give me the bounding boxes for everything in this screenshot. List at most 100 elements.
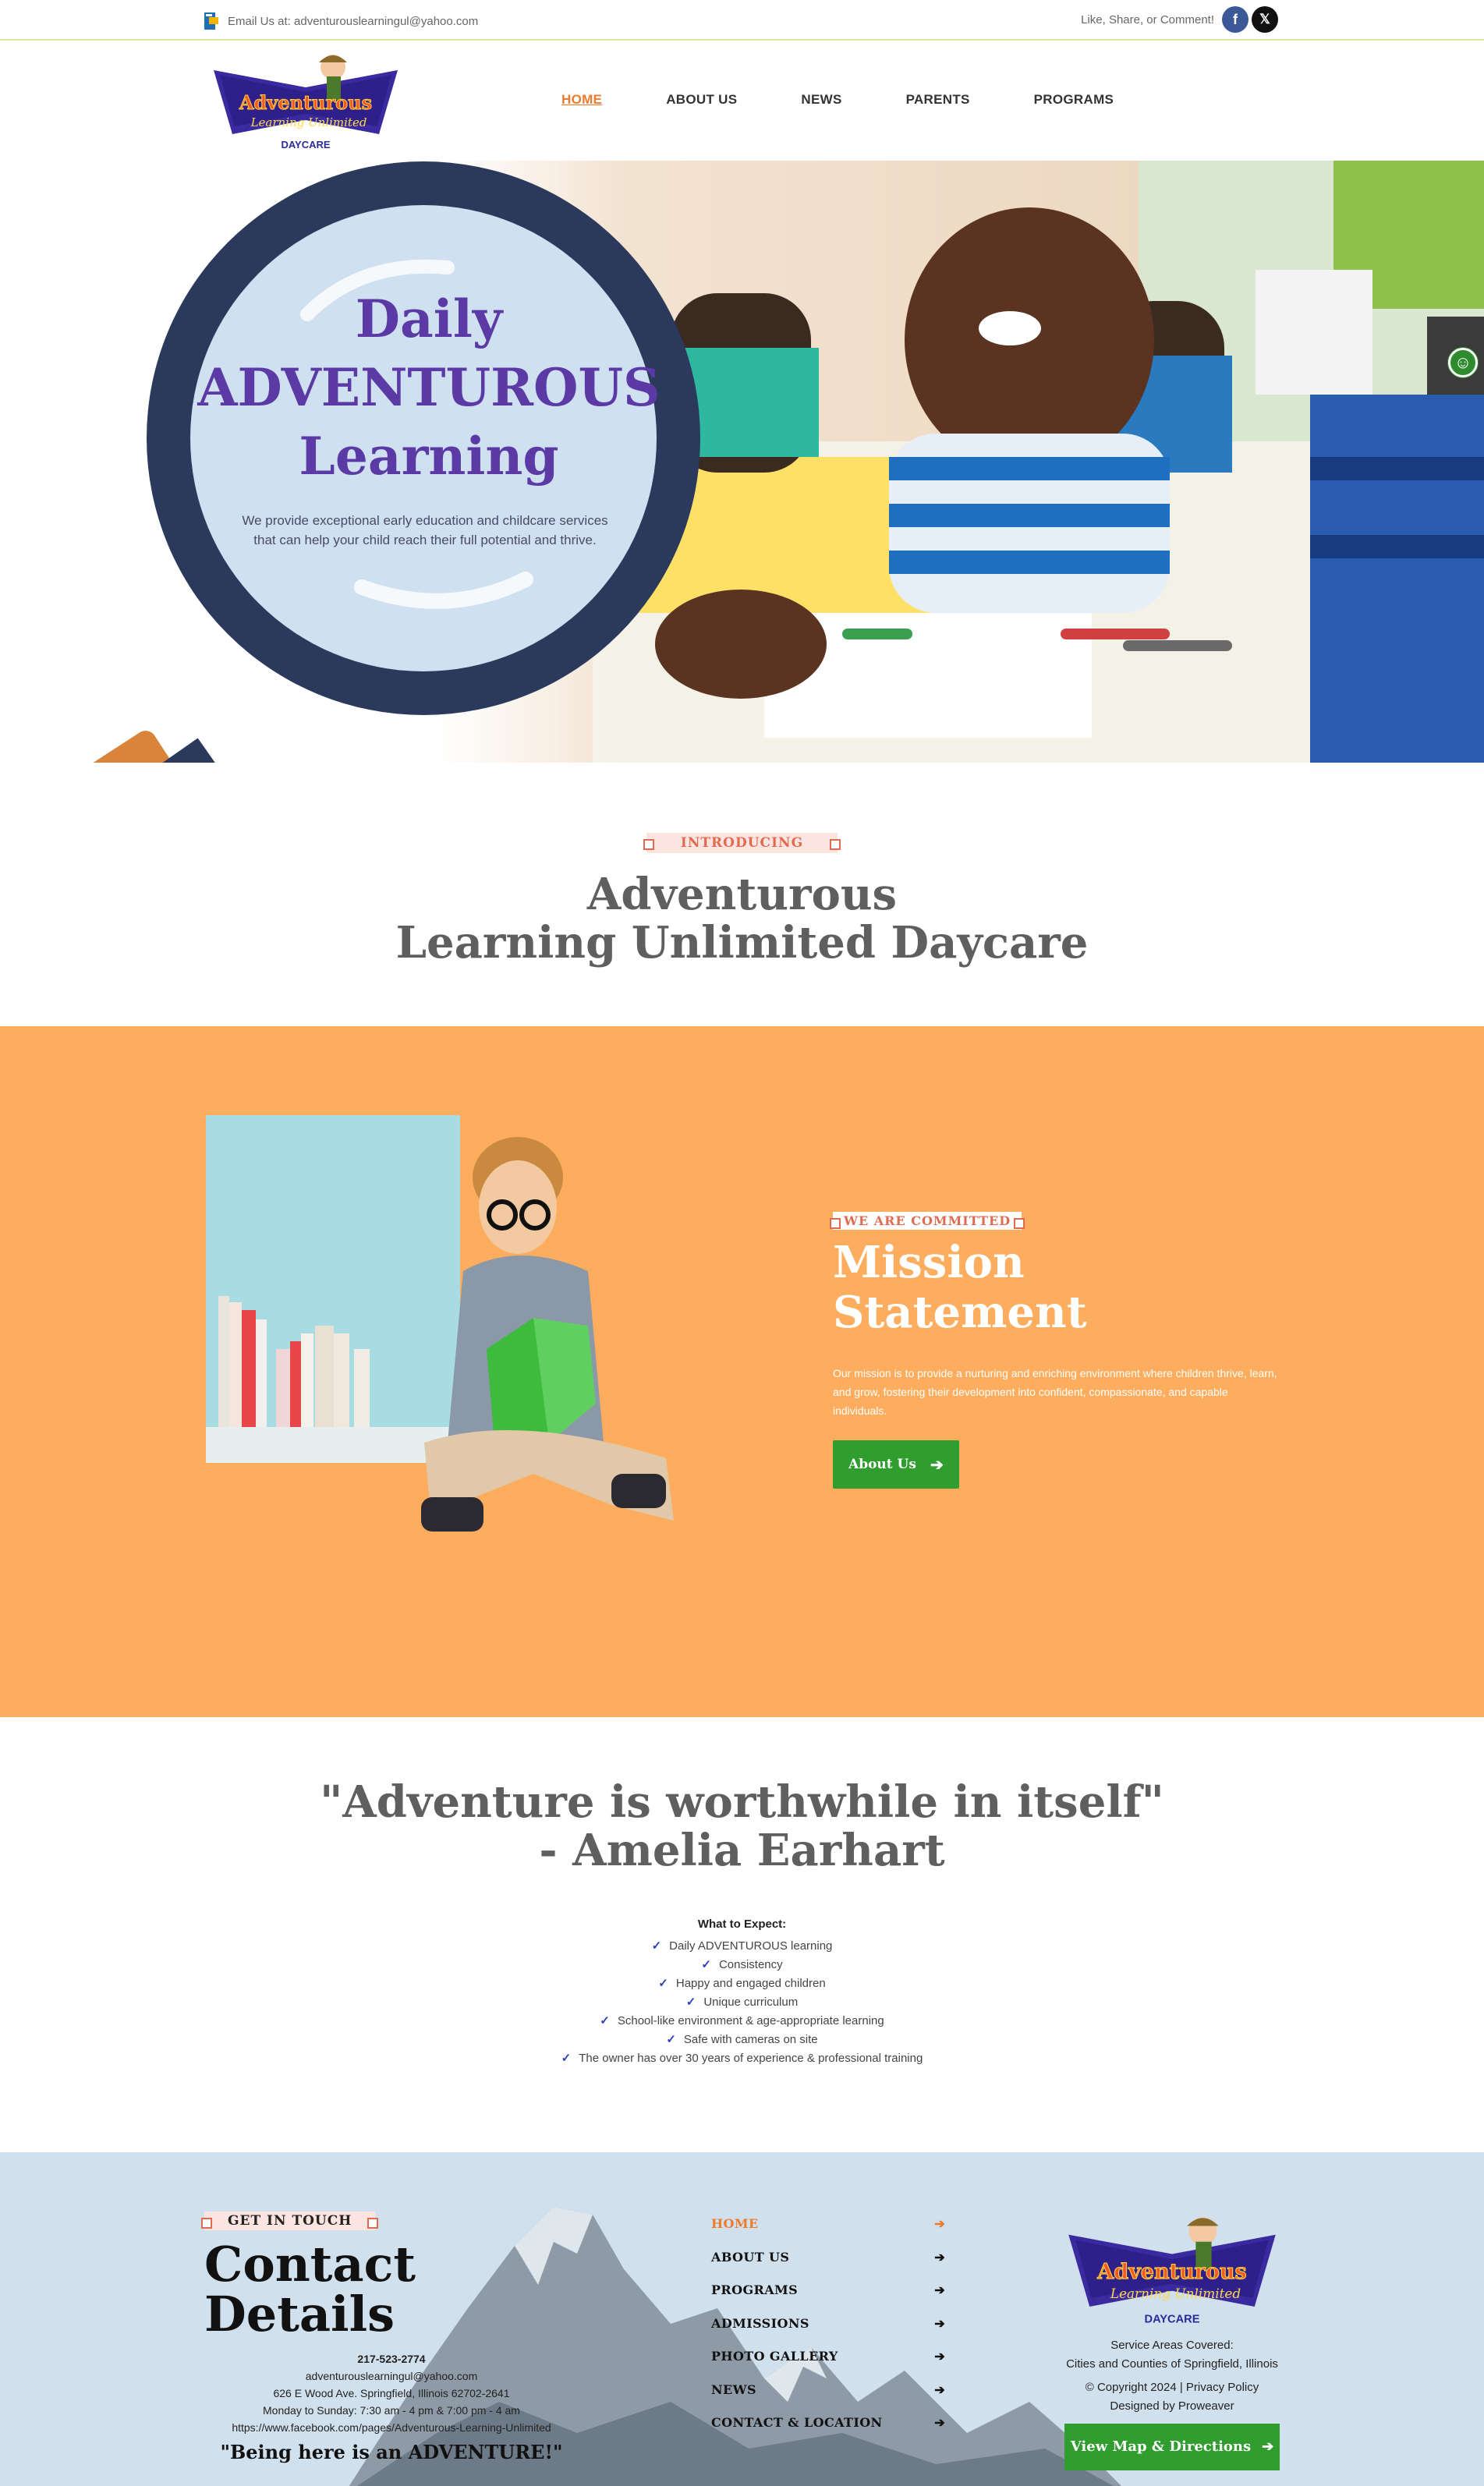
contact-details: GET IN TOUCH Contact Details 217-523-277…: [200, 2212, 579, 2463]
view-map-button[interactable]: View Map & Directions ➔: [1064, 2424, 1280, 2470]
facebook-icon[interactable]: f: [1222, 6, 1248, 33]
expect-item-text: Daily ADVENTUROUS learning: [669, 1939, 833, 1953]
x-twitter-icon[interactable]: 𝕏: [1252, 6, 1278, 33]
nav-item-parents[interactable]: PARENTS: [906, 92, 970, 108]
expect-item-text: The owner has over 30 years of experienc…: [579, 2052, 923, 2065]
mission-body: Our mission is to provide a nurturing an…: [833, 1367, 1277, 1417]
expect-item: ✓ School-like environment & age-appropria…: [0, 2012, 1484, 2031]
expect-item-text: Consistency: [718, 1958, 783, 1971]
footer-logo[interactable]: Adventurous Learning Unlimited DAYCARE: [1067, 2210, 1277, 2333]
arrow-right-icon: ➔: [930, 1455, 944, 1474]
contact-heading: Contact Details: [204, 2236, 416, 2343]
expect-item: ✓ The owner has over 30 years of experien…: [0, 2049, 1484, 2068]
expect-item: ✓ Unique curriculum: [0, 1993, 1484, 2012]
expect-item-text: Safe with cameras on site: [683, 2033, 818, 2046]
footer-nav-label: CONTACT & LOCATION: [711, 2415, 883, 2430]
nav-item-home[interactable]: HOME: [561, 92, 602, 108]
hero-title-line3: Learning: [299, 426, 559, 487]
hero-title: Daily ADVENTUROUS Learning: [195, 285, 663, 490]
check-icon: ✓: [685, 1996, 696, 2009]
footer-nav-label: HOME: [711, 2216, 759, 2231]
view-map-button-label: View Map & Directions: [1070, 2438, 1252, 2455]
quote-line1: "Adventure is worthwhile in itself": [320, 1776, 1164, 1828]
site-logo[interactable]: Adventurous Learning Unlimited DAYCARE: [212, 48, 399, 158]
check-icon: ✓: [651, 1939, 662, 1953]
hero-title-line2: ADVENTUROUS: [197, 357, 661, 418]
footer-nav-home[interactable]: HOME ➔: [711, 2216, 945, 2250]
footer-nav-news[interactable]: NEWS ➔: [711, 2382, 945, 2416]
arrow-right-icon: ➔: [934, 2382, 945, 2397]
main-nav: HOME ABOUT US NEWS PARENTS PROGRAMS: [561, 92, 1178, 108]
footer-nav-label: NEWS: [711, 2382, 756, 2397]
expect-heading: What to Expect:: [697, 1918, 787, 1931]
mission-text: WE ARE COMMITTED Mission Statement Our m…: [829, 1212, 1285, 1489]
social-text: Like, Share, or Comment!: [1081, 12, 1214, 27]
footer-logo-line3: DAYCARE: [1145, 2313, 1200, 2325]
email-text: Email Us at: adventurouslearningul@yahoo…: [228, 14, 479, 28]
footer-nav-label: ABOUT US: [711, 2249, 790, 2265]
top-bar: Email Us at: adventurouslearningul@yahoo…: [0, 0, 1484, 41]
hero-title-line1: Daily: [355, 289, 503, 349]
contact-address: 626 E Wood Ave. Springfield, Illinois 62…: [273, 2387, 510, 2399]
about-us-button[interactable]: About Us ➔: [833, 1440, 959, 1489]
footer-nav-label: ADMISSIONS: [711, 2315, 809, 2331]
nav-item-programs[interactable]: PROGRAMS: [1034, 92, 1114, 108]
arrow-right-icon: ➔: [934, 2349, 945, 2364]
footer-nav-label: PHOTO GALLERY: [711, 2349, 838, 2364]
footer-nav: HOME ➔ ABOUT US ➔ PROGRAMS ➔ ADMISSIONS ➔ PHOTO …: [711, 2216, 945, 2449]
intro-heading: Adventurous Learning Unlimited Daycare: [0, 870, 1484, 967]
arrow-right-icon: ➔: [934, 2315, 945, 2331]
intro-heading-line2: Learning Unlimited Daycare: [395, 917, 1089, 969]
expect-item-text: Happy and engaged children: [675, 1977, 826, 1990]
expect-item: ✓ Consistency: [0, 1956, 1484, 1974]
check-icon: ✓: [658, 1977, 668, 1990]
mission-heading: Mission Statement: [833, 1237, 1087, 1338]
footer-nav-about-us[interactable]: ABOUT US ➔: [711, 2250, 945, 2283]
contact-lines: 217-523-2774 adventurouslearningul@yahoo…: [204, 2350, 579, 2436]
quote-section: "Adventure is worthwhile in itself" - Am…: [0, 1778, 1484, 1875]
contact-email[interactable]: adventurouslearningul@yahoo.com: [204, 2367, 579, 2385]
what-to-expect-list: What to Expect: ✓ Daily ADVENTUROUS learn…: [0, 1915, 1484, 2068]
contact-phone[interactable]: 217-523-2774: [204, 2350, 579, 2367]
about-us-button-label: About Us: [848, 1457, 916, 1472]
footer-nav-admissions[interactable]: ADMISSIONS ➔: [711, 2316, 945, 2350]
email-icon: [204, 11, 220, 31]
footer-logo-line1: Adventurous: [1096, 2260, 1247, 2284]
logo-line1: Adventurous: [239, 91, 372, 114]
expect-item: ✓ Happy and engaged children: [0, 1974, 1484, 1993]
check-icon: ✓: [600, 2014, 610, 2027]
quote-line2: - Amelia Earhart: [539, 1825, 945, 1876]
accessibility-icon[interactable]: ☺: [1448, 348, 1478, 377]
nav-item-news[interactable]: NEWS: [801, 92, 841, 108]
designed-by[interactable]: Designed by Proweaver: [1059, 2397, 1285, 2416]
expect-item-text: School-like environment & age-appropriat…: [617, 2014, 884, 2027]
arrow-right-icon: ➔: [1262, 2438, 1274, 2455]
email-link[interactable]: Email Us at: adventurouslearningul@yahoo…: [204, 11, 478, 31]
check-icon: ✓: [561, 2052, 572, 2065]
copyright[interactable]: © Copyright 2024 | Privacy Policy: [1059, 2378, 1285, 2397]
arrow-right-icon: ➔: [934, 2415, 945, 2430]
check-icon: ✓: [701, 1958, 711, 1971]
footer-nav-photo-gallery[interactable]: PHOTO GALLERY ➔: [711, 2349, 945, 2382]
contact-hours: Monday to Sunday: 7:30 am - 4 pm & 7:00 …: [263, 2404, 520, 2417]
expect-item: ✓ Daily ADVENTUROUS learning: [0, 1937, 1484, 1956]
check-icon: ✓: [666, 2033, 676, 2046]
magnifier-handle: [0, 726, 188, 763]
quote-heading: "Adventure is worthwhile in itself" - Am…: [0, 1778, 1484, 1875]
expect-item: ✓ Safe with cameras on site: [0, 2031, 1484, 2049]
expect-item-text: Unique curriculum: [703, 1996, 799, 2009]
logo-line2: Learning Unlimited: [250, 115, 367, 129]
footer-motto: "Being here is an ADVENTURE!": [220, 2441, 563, 2463]
arrow-right-icon: ➔: [934, 2282, 945, 2297]
footer: GET IN TOUCH Contact Details 217-523-277…: [0, 2152, 1484, 2486]
boy-reading-book-image: [206, 1115, 674, 1532]
footer-nav-contact-location[interactable]: CONTACT & LOCATION ➔: [711, 2415, 945, 2449]
social-links: Like, Share, or Comment! f 𝕏: [1081, 6, 1278, 33]
intro-heading-line1: Adventurous: [586, 869, 898, 920]
service-label: Service Areas Covered:: [1110, 2339, 1234, 2352]
nav-item-about-us[interactable]: ABOUT US: [666, 92, 737, 108]
contact-tag: GET IN TOUCH: [200, 2212, 379, 2230]
contact-facebook[interactable]: https://www.facebook.com/pages/Adventuro…: [204, 2419, 579, 2436]
footer-nav-programs[interactable]: PROGRAMS ➔: [711, 2282, 945, 2316]
arrow-right-icon: ➔: [934, 2249, 945, 2265]
